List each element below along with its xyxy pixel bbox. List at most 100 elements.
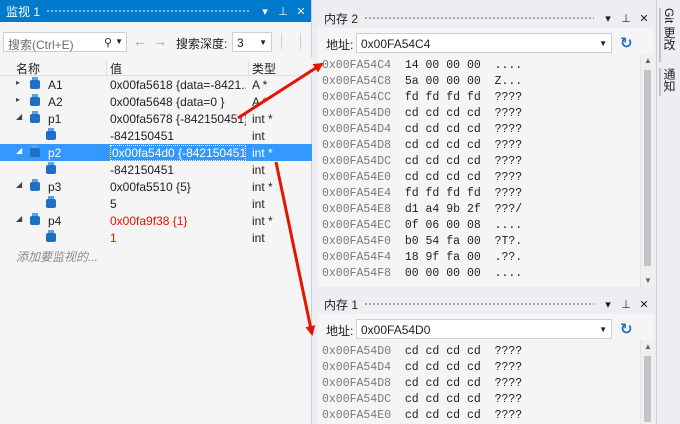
column-header-type[interactable]: 类型 — [252, 60, 276, 77]
watch-row[interactable]: ◢ p1 0x00fa5678 {-842150451} int * — [0, 110, 312, 127]
expander-icon[interactable]: ◢ — [16, 214, 22, 223]
memory-line[interactable]: 0x00FA54E4 fd fd fd fd ???? — [322, 186, 522, 202]
memory-1-content[interactable]: 0x00FA54D0 cd cd cd cd ???? 0x00FA54D4 cd… — [322, 344, 522, 424]
memory-bytes[interactable]: 0f 06 00 08 — [405, 219, 481, 232]
memory-line[interactable]: 0x00FA54CC fd fd fd fd ???? — [322, 90, 522, 106]
watch-row[interactable]: ▸ A1 0x00fa5618 {data=-8421... A * — [0, 76, 312, 93]
watch-row[interactable]: ◢ p2 0x00fa54d0 {-842150451} int * — [0, 144, 312, 161]
close-icon[interactable]: ✕ — [636, 10, 652, 26]
refresh-icon[interactable]: ↻ — [620, 320, 633, 338]
memory-bytes[interactable]: fd fd fd fd — [405, 91, 481, 104]
watch-row-value[interactable]: 0x00fa5618 {data=-8421... — [110, 78, 246, 92]
memory-bytes[interactable]: 00 00 00 00 — [405, 267, 481, 280]
dropdown-icon[interactable]: ▼ — [599, 325, 607, 334]
memory-line[interactable]: 0x00FA54E0 cd cd cd cd ???? — [322, 170, 522, 186]
memory-line[interactable]: 0x00FA54D8 cd cd cd cd ???? — [322, 376, 522, 392]
memory-bytes[interactable]: 14 00 00 00 — [405, 59, 481, 72]
search-input[interactable]: 搜索(Ctrl+E) ⚲ ▼ — [3, 32, 127, 52]
memory-bytes[interactable]: d1 a4 9b 2f — [405, 203, 481, 216]
expander-icon[interactable]: ◢ — [16, 146, 22, 155]
scroll-thumb[interactable] — [644, 356, 651, 422]
memory-1-scrollbar[interactable]: ▲ — [640, 340, 654, 424]
watch-row[interactable]: ◢ p3 0x00fa5510 {5} int * — [0, 178, 312, 195]
memory-bytes[interactable]: cd cd cd cd — [405, 155, 481, 168]
add-watch-row[interactable]: 添加要监视的... — [0, 246, 312, 265]
memory-bytes[interactable]: b0 54 fa 00 — [405, 235, 481, 248]
pin-icon[interactable]: ⊥ — [618, 296, 634, 312]
memory-line[interactable]: 0x00FA54EC 0f 06 00 08 .... — [322, 218, 522, 234]
close-icon[interactable]: ✕ — [636, 296, 652, 312]
scroll-up-icon[interactable]: ▲ — [644, 56, 652, 65]
window-position-dropdown-icon[interactable]: ▾ — [600, 296, 616, 312]
forward-arrow-icon[interactable]: → — [153, 33, 167, 49]
memory-line[interactable]: 0x00FA54DC cd cd cd cd ???? — [322, 154, 522, 170]
search-icon[interactable]: ⚲ — [104, 36, 112, 49]
memory-2-scrollbar[interactable]: ▲ ▼ — [640, 54, 654, 287]
expander-icon[interactable]: ◢ — [16, 180, 22, 189]
watch-row[interactable]: -842150451 int — [0, 127, 312, 144]
titlebar-grip[interactable] — [46, 8, 251, 14]
refresh-icon[interactable]: ↻ — [620, 34, 633, 52]
memory-line[interactable]: 0x00FA54DC cd cd cd cd ???? — [322, 392, 522, 408]
memory-line[interactable]: 0x00FA54E8 d1 a4 9b 2f ???/ — [322, 202, 522, 218]
memory-2-address-input[interactable]: 0x00FA54C4 ▼ — [356, 33, 612, 53]
tab-git-changes[interactable]: Git 更改 — [661, 8, 678, 51]
memory-line[interactable]: 0x00FA54C8 5a 00 00 00 Z... — [322, 74, 522, 90]
memory-line[interactable]: 0x00FA54C4 14 00 00 00 .... — [322, 58, 522, 74]
watch-row-value[interactable]: 0x00fa5678 {-842150451} — [110, 112, 246, 126]
memory-line[interactable]: 0x00FA54F8 00 00 00 00 .... — [322, 266, 522, 282]
scroll-down-icon[interactable]: ▼ — [644, 276, 652, 285]
column-header-value[interactable]: 值 — [110, 60, 122, 77]
memory-bytes[interactable]: 18 9f fa 00 — [405, 251, 481, 264]
memory-bytes[interactable]: cd cd cd cd — [405, 123, 481, 136]
column-header-name[interactable]: 名称 — [16, 60, 40, 77]
memory-bytes[interactable]: cd cd cd cd — [405, 409, 481, 422]
watch-row-value[interactable]: -842150451 — [110, 163, 246, 177]
watch-row-value[interactable]: -842150451 — [110, 129, 246, 143]
memory-bytes[interactable]: fd fd fd fd — [405, 187, 481, 200]
memory-bytes[interactable]: cd cd cd cd — [405, 171, 481, 184]
memory-line[interactable]: 0x00FA54D0 cd cd cd cd ???? — [322, 344, 522, 360]
search-dropdown-icon[interactable]: ▼ — [115, 37, 123, 46]
expander-icon[interactable]: ▸ — [16, 78, 20, 87]
tab-notifications[interactable]: 通知 — [661, 68, 678, 92]
memory-2-content[interactable]: 0x00FA54C4 14 00 00 00 .... 0x00FA54C8 5a… — [322, 58, 522, 282]
memory-bytes[interactable]: cd cd cd cd — [405, 361, 481, 374]
watch-row-value[interactable]: 1 — [110, 231, 246, 245]
titlebar-grip[interactable] — [364, 15, 594, 21]
expander-icon[interactable]: ▸ — [16, 95, 20, 104]
window-position-dropdown-icon[interactable]: ▾ — [257, 3, 273, 19]
add-watch-placeholder[interactable]: 添加要监视的... — [16, 248, 98, 265]
memory-line[interactable]: 0x00FA54F4 18 9f fa 00 .??. — [322, 250, 522, 266]
memory-bytes[interactable]: cd cd cd cd — [405, 393, 481, 406]
scroll-up-icon[interactable]: ▲ — [644, 342, 652, 351]
watch-row-value[interactable]: 0x00fa9f38 {1} — [110, 214, 246, 228]
memory-line[interactable]: 0x00FA54E0 cd cd cd cd ???? — [322, 408, 522, 424]
expander-icon[interactable]: ◢ — [16, 112, 22, 121]
memory-line[interactable]: 0x00FA54D0 cd cd cd cd ???? — [322, 106, 522, 122]
memory-line[interactable]: 0x00FA54D4 cd cd cd cd ???? — [322, 360, 522, 376]
memory-line[interactable]: 0x00FA54F0 b0 54 fa 00 ?T?. — [322, 234, 522, 250]
memory-bytes[interactable]: cd cd cd cd — [405, 139, 481, 152]
watch-row-value[interactable]: 0x00fa5648 {data=0 } — [110, 95, 246, 109]
close-icon[interactable]: ✕ — [293, 3, 309, 19]
window-position-dropdown-icon[interactable]: ▾ — [600, 10, 616, 26]
watch-row-value[interactable]: 5 — [110, 197, 246, 211]
pin-icon[interactable]: ⊥ — [275, 3, 291, 19]
memory-bytes[interactable]: cd cd cd cd — [405, 377, 481, 390]
memory-bytes[interactable]: 5a 00 00 00 — [405, 75, 481, 88]
watch-row[interactable]: ▸ A2 0x00fa5648 {data=0 } A * — [0, 93, 312, 110]
watch-row[interactable]: -842150451 int — [0, 161, 312, 178]
memory-bytes[interactable]: cd cd cd cd — [405, 107, 481, 120]
dropdown-icon[interactable]: ▼ — [259, 38, 267, 47]
back-arrow-icon[interactable]: ← — [133, 33, 147, 49]
memory-1-address-input[interactable]: 0x00FA54D0 ▼ — [356, 319, 612, 339]
watch-row[interactable]: 1 int — [0, 229, 312, 246]
memory-line[interactable]: 0x00FA54D4 cd cd cd cd ???? — [322, 122, 522, 138]
watch-row[interactable]: 5 int — [0, 195, 312, 212]
scroll-thumb[interactable] — [644, 70, 651, 266]
watch-row-value[interactable]: 0x00fa54d0 {-842150451} — [110, 145, 246, 161]
dropdown-icon[interactable]: ▼ — [599, 39, 607, 48]
watch-row[interactable]: ◢ p4 0x00fa9f38 {1} int * — [0, 212, 312, 229]
pin-icon[interactable]: ⊥ — [618, 10, 634, 26]
